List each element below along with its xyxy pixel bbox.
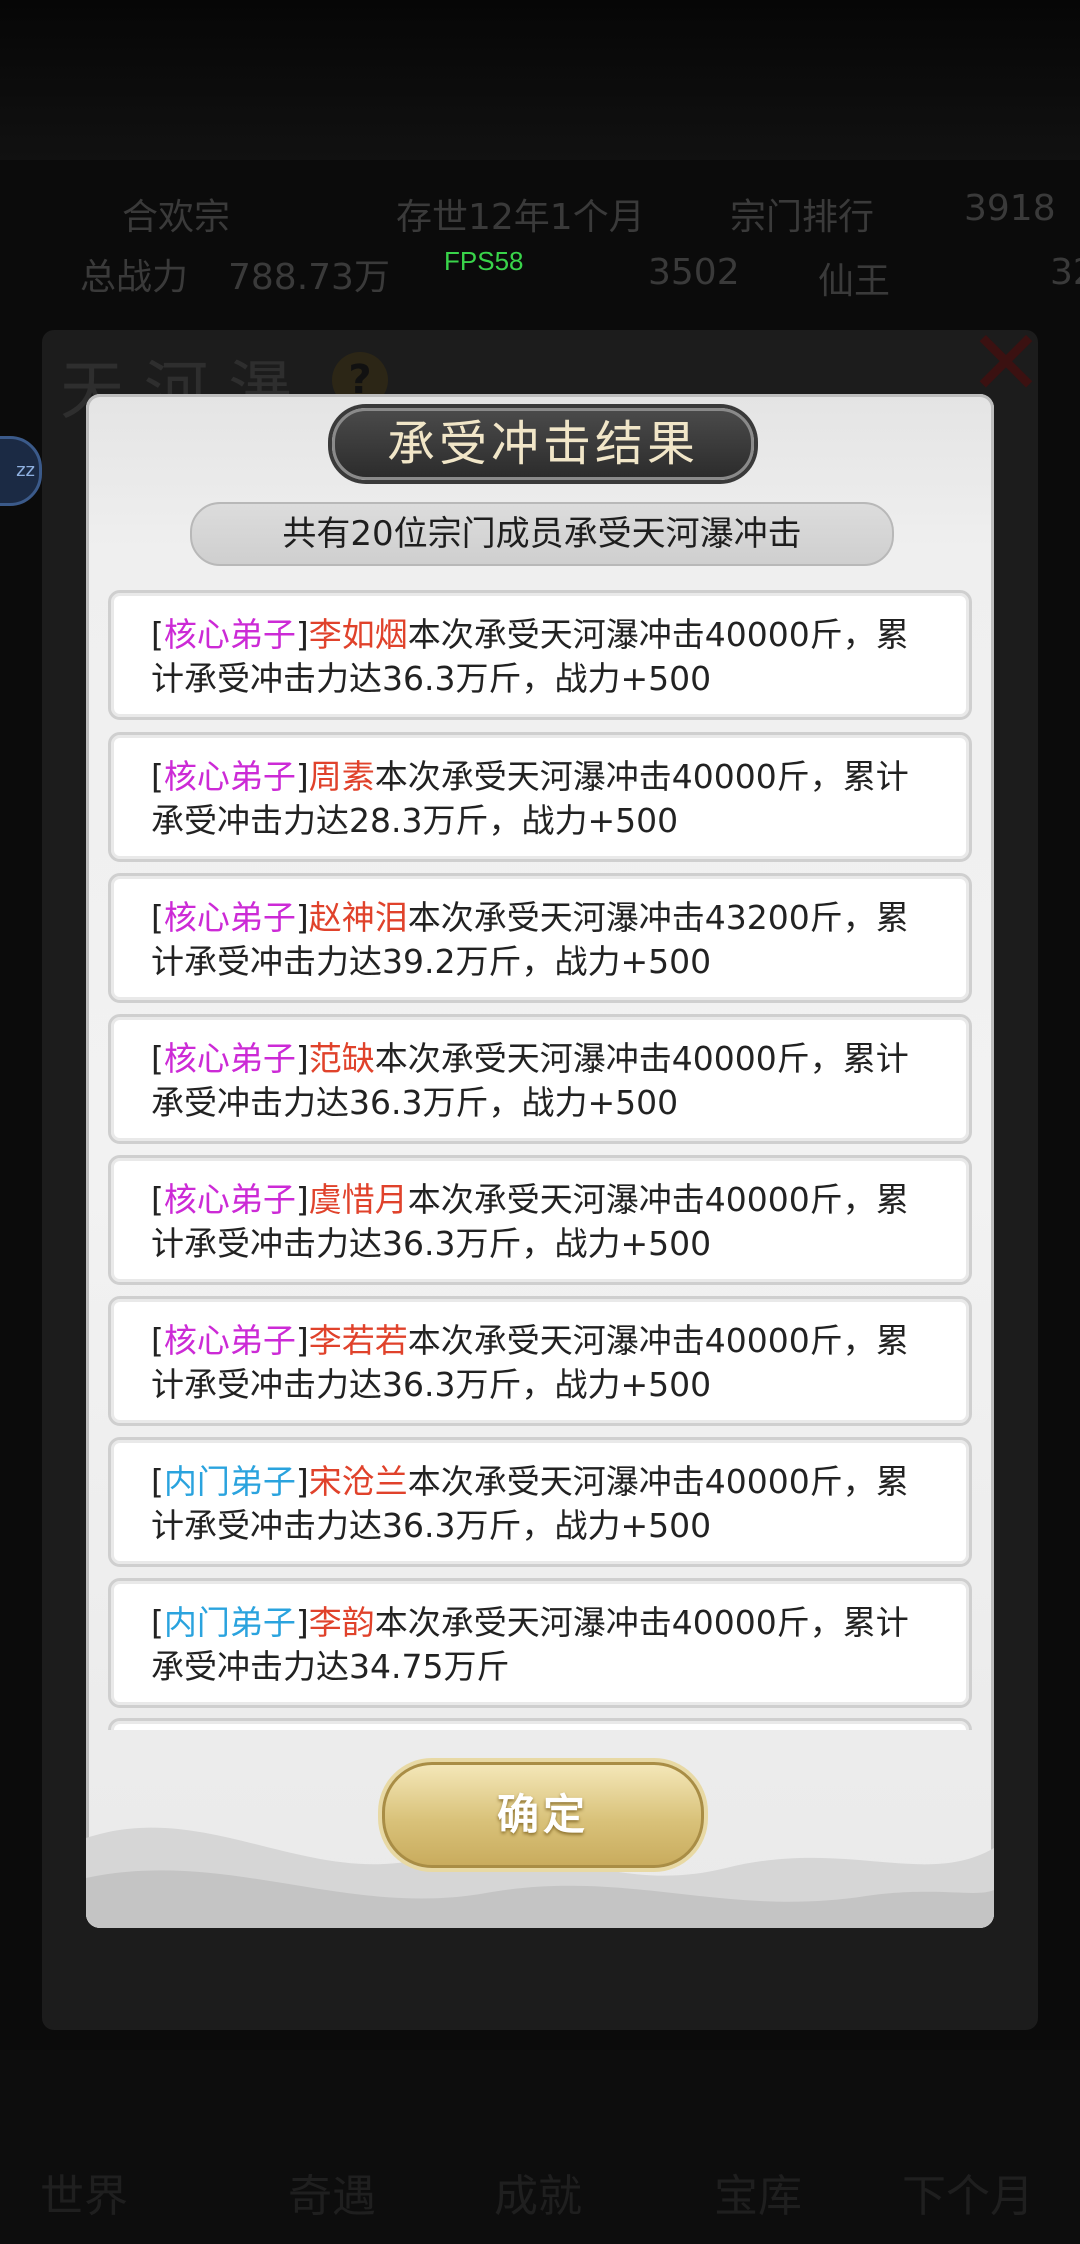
bottom-nav: 世界 奇遇 成就 宝库 下个月: [0, 2050, 1080, 2244]
member-rank: 核心弟子: [163, 615, 296, 654]
list-item-text: [核心弟子]周素本次承受天河瀑冲击40000斤，累计承受冲击力达28.3万斤，战…: [151, 757, 909, 840]
nav-next-month[interactable]: 下个月: [902, 2160, 1034, 2224]
side-avatar-badge[interactable]: zz: [0, 436, 42, 506]
list-item: [核心弟子]周素本次承受天河瀑冲击40000斤，累计承受冲击力达28.3万斤，战…: [108, 732, 972, 862]
dialog-title: 承受冲击结果: [332, 408, 754, 480]
confirm-button[interactable]: 确定: [382, 1762, 704, 1868]
nav-adventure[interactable]: 奇遇: [288, 2160, 376, 2224]
nav-treasury[interactable]: 宝库: [714, 2160, 802, 2224]
list-item: [内门弟子]宋沧兰本次承受天河瀑冲击40000斤，累计承受冲击力达36.3万斤，…: [108, 1437, 972, 1567]
member-rank: 核心弟子: [163, 757, 296, 796]
member-name: 李韵: [308, 1603, 375, 1642]
result-list[interactable]: [核心弟子]李如烟本次承受天河瀑冲击40000斤，累计承受冲击力达36.3万斤，…: [108, 590, 972, 1730]
nav-achievement[interactable]: 成就: [494, 2160, 582, 2224]
list-item-text: [核心弟子]虞惜月本次承受天河瀑冲击40000斤，累计承受冲击力达36.3万斤，…: [151, 1180, 909, 1263]
nav-world[interactable]: 世界: [40, 2160, 128, 2224]
ranking-value: 3918: [964, 188, 1056, 229]
member-name: 李若若: [308, 1321, 408, 1360]
list-item: [核心弟子]范缺本次承受天河瀑冲击40000斤，累计承受冲击力达36.3万斤，战…: [108, 1014, 972, 1144]
member-rank: 核心弟子: [163, 898, 296, 937]
member-name: 虞惜月: [308, 1180, 408, 1219]
member-name: 李如烟: [308, 615, 408, 654]
list-item-text: [内门弟子]李韵本次承受天河瀑冲击40000斤，累计承受冲击力达34.75万斤: [151, 1603, 909, 1686]
list-item: [核心弟子]李如烟本次承受天河瀑冲击40000斤，累计承受冲击力达36.3万斤，…: [108, 590, 972, 720]
member-name: 周素: [308, 757, 375, 796]
status-area: [0, 0, 1080, 160]
member-rank: 内门弟子: [163, 1462, 296, 1501]
right-label: 仙王: [818, 261, 891, 302]
survival-time: 存世12年1个月: [396, 197, 645, 238]
list-item: [核心弟子]李若若本次承受天河瀑冲击40000斤，累计承受冲击力达36.3万斤，…: [108, 1296, 972, 1426]
summary-text: 共有20位宗门成员承受天河瀑冲击: [190, 502, 894, 566]
list-item: [核心弟子]虞惜月本次承受天河瀑冲击40000斤，累计承受冲击力达36.3万斤，…: [108, 1155, 972, 1285]
member-name: 范缺: [308, 1039, 375, 1078]
list-item-partial: [108, 1718, 972, 1730]
member-rank: 核心弟子: [163, 1180, 296, 1219]
list-item-text: [核心弟子]李若若本次承受天河瀑冲击40000斤，累计承受冲击力达36.3万斤，…: [151, 1321, 909, 1404]
list-item-text: [核心弟子]赵神泪本次承受天河瀑冲击43200斤，累计承受冲击力达39.2万斤，…: [151, 898, 909, 981]
member-rank: 核心弟子: [163, 1321, 296, 1360]
close-icon[interactable]: ✕: [966, 319, 1046, 409]
member-rank: 内门弟子: [163, 1603, 296, 1642]
middle-value: 3502: [648, 252, 740, 293]
list-item: [内门弟子]李韵本次承受天河瀑冲击40000斤，累计承受冲击力达34.75万斤: [108, 1578, 972, 1708]
right-value: 32: [1050, 252, 1080, 293]
sect-info-bar: 合欢宗 存世12年1个月 宗门排行 3918 总战力 788.73万 3502 …: [0, 168, 1080, 318]
list-item-text: [核心弟子]范缺本次承受天河瀑冲击40000斤，累计承受冲击力达36.3万斤，战…: [151, 1039, 909, 1122]
member-rank: 核心弟子: [163, 1039, 296, 1078]
member-name: 赵神泪: [308, 898, 408, 937]
list-item-text: [内门弟子]宋沧兰本次承受天河瀑冲击40000斤，累计承受冲击力达36.3万斤，…: [151, 1462, 909, 1545]
total-power-value: 788.73万: [228, 257, 390, 298]
impact-result-dialog: 承受冲击结果 共有20位宗门成员承受天河瀑冲击 [核心弟子]李如烟本次承受天河瀑…: [86, 394, 994, 1928]
ranking-label[interactable]: 宗门排行: [730, 188, 874, 240]
fps-counter: FPS58: [444, 246, 524, 276]
total-power-label: 总战力: [80, 257, 189, 298]
sect-name: 合欢宗: [122, 197, 231, 238]
member-name: 宋沧兰: [308, 1462, 408, 1501]
list-item-text: [核心弟子]李如烟本次承受天河瀑冲击40000斤，累计承受冲击力达36.3万斤，…: [151, 615, 909, 698]
list-item: [核心弟子]赵神泪本次承受天河瀑冲击43200斤，累计承受冲击力达39.2万斤，…: [108, 873, 972, 1003]
